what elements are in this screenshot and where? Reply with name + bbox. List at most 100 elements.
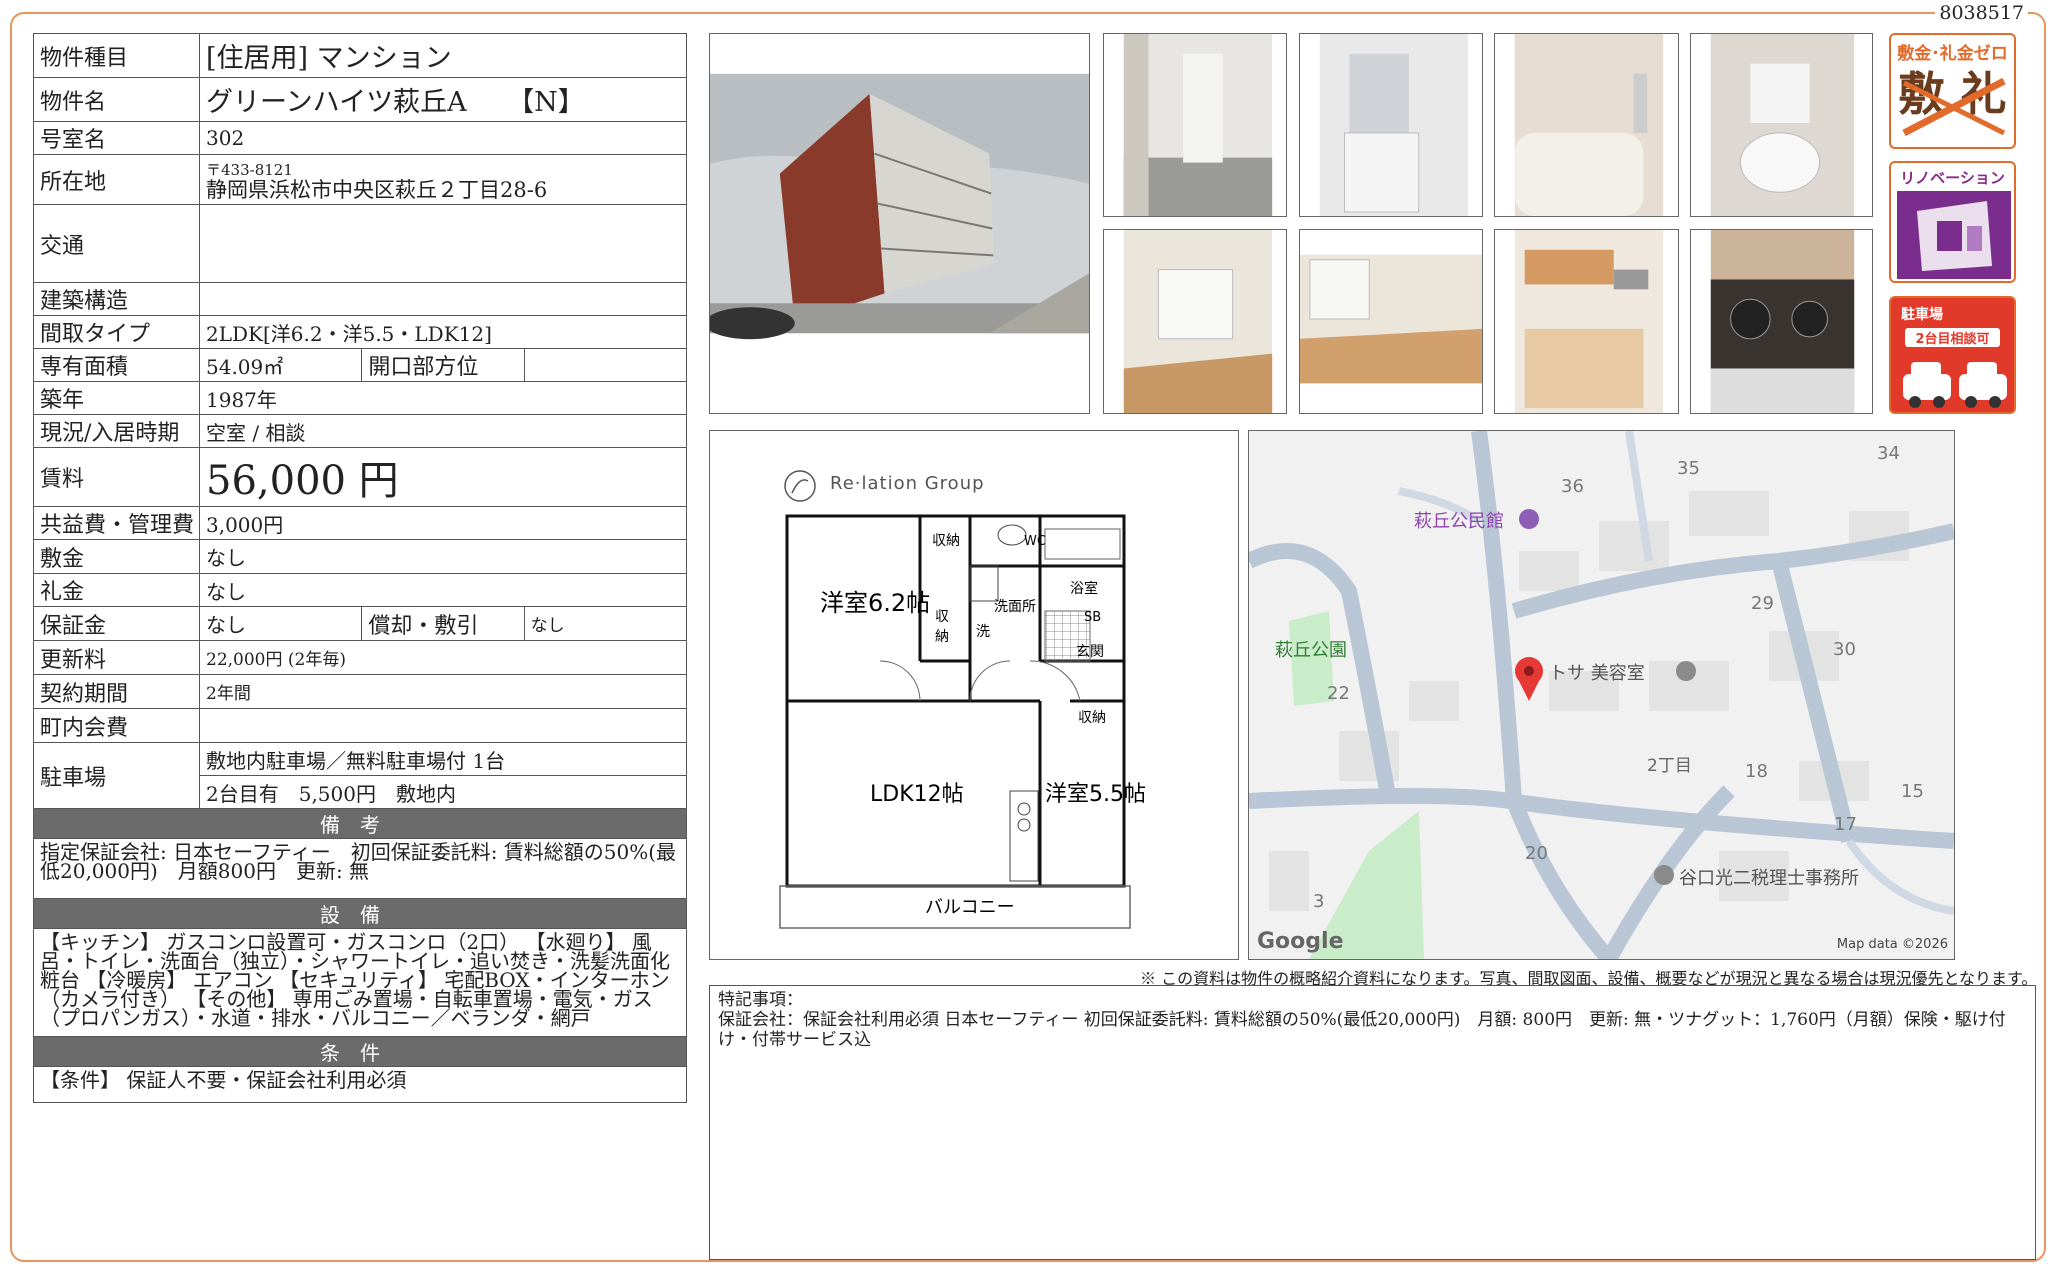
map-label-tax-office: 谷口光二税理士事務所 xyxy=(1679,868,1859,889)
status-label: 現況/入居時期 xyxy=(33,414,200,448)
photo-toilet xyxy=(1690,33,1873,217)
amort-value: なし xyxy=(523,606,688,641)
room-label: 号室名 xyxy=(33,121,200,155)
washroom-label: 洗面所 xyxy=(994,599,1036,615)
renewal-value: 22,000円 (2年毎) xyxy=(199,640,687,675)
access-value xyxy=(199,204,687,283)
renovation-badge: リノベーション xyxy=(1889,161,2016,283)
zero-deposit-title: 敷金･礼金ゼロ xyxy=(1897,44,2008,64)
storage-label-2: 収納 xyxy=(1078,710,1106,726)
community-value xyxy=(199,708,687,743)
salon-marker-icon xyxy=(1676,661,1696,681)
car-icon xyxy=(1903,362,2007,408)
entrance-label: 玄関 xyxy=(1076,643,1104,660)
community-label: 町内会費 xyxy=(33,708,200,743)
company-logo-text: Re·lation Group xyxy=(830,473,985,494)
room-western-55: 洋室5.5帖 xyxy=(1045,782,1146,807)
sb-label: SB xyxy=(1084,610,1101,625)
map-number: 36 xyxy=(1561,476,1584,497)
address-label: 所在地 xyxy=(33,154,200,205)
special-notes-title: 特記事項： xyxy=(718,990,803,1010)
direction-label: 開口部方位 xyxy=(361,348,525,382)
cross-out-icon xyxy=(1902,77,2006,137)
term-label: 契約期間 xyxy=(33,674,200,709)
hall-marker-icon xyxy=(1519,509,1539,529)
closet-label-2: 納 xyxy=(935,629,949,645)
photo-kitchen xyxy=(1494,229,1679,414)
photo-washbasin xyxy=(1299,33,1483,217)
document-id: 8038517 xyxy=(1935,2,2028,24)
parking-badge-sub: 2台目相談可 xyxy=(1905,328,2000,347)
location-map[interactable]: 萩丘公民館 萩丘公園 トサ 美容室 谷口光二税理士事務所 2丁目 36 35 3… xyxy=(1248,430,1955,960)
parking-label: 駐車場 xyxy=(33,742,200,809)
equipment-header: 設備 xyxy=(33,898,687,929)
property-spec-table: 物件種目 [住居用] マンション 物件名 グリーンハイツ萩丘A 【N】 号室名 302… xyxy=(33,33,688,1103)
fee-value: 3,000円 xyxy=(199,506,687,540)
room-value: 302 xyxy=(199,121,687,155)
area-value: 54.09㎡ xyxy=(198,348,363,382)
special-notes-text: 保証会社：保証会社利用必須 日本セーフティー 初回保証委託料: 賃料総額の50%… xyxy=(718,1010,2006,1050)
rent-value: 56,000 円 xyxy=(199,447,687,507)
deposit-value: なし xyxy=(199,539,687,574)
renovation-room-icon xyxy=(1897,191,2011,279)
amort-label: 償却・敷引 xyxy=(361,606,525,641)
conditions-header: 条件 xyxy=(33,1036,687,1067)
name-value: グリーンハイツ萩丘A 【N】 xyxy=(199,77,687,122)
map-number: 3 xyxy=(1313,891,1325,912)
bath-label: 浴室 xyxy=(1070,580,1098,597)
map-number: 30 xyxy=(1833,639,1856,660)
map-number: 15 xyxy=(1901,781,1924,802)
floor-plan-panel: 洋室6.2帖 LDK12帖 洋室5.5帖 バルコニー 収納 収納 WC 浴室 洗… xyxy=(709,430,1239,960)
equipment-text: 【キッチン】 ガスコンロ設置可・ガスコンロ（2口） 【水廻り】 風呂・トイレ・洗… xyxy=(33,928,687,1037)
map-number: 29 xyxy=(1751,593,1774,614)
remarks-header: 備考 xyxy=(33,808,687,839)
access-label: 交通 xyxy=(33,204,200,283)
closet-label-1: 収 xyxy=(935,609,949,625)
exterior-photo xyxy=(709,33,1090,414)
layout-label: 間取タイプ xyxy=(33,315,200,349)
parking-value-2: 2台目有 5,500円 敷地内 xyxy=(199,775,687,809)
keymoney-value: なし xyxy=(199,573,687,607)
photo-hallway xyxy=(1103,33,1287,217)
area-label: 専有面積 xyxy=(33,348,200,382)
parking-value-1: 敷地内駐車場／無料駐車場付 1台 xyxy=(199,742,687,776)
tax-office-marker-icon xyxy=(1654,865,1674,885)
room-ldk12: LDK12帖 xyxy=(870,782,964,807)
photo-room-2 xyxy=(1299,229,1483,414)
map-number: 17 xyxy=(1834,814,1857,835)
map-attribution: Map data ©2026 xyxy=(1836,937,1948,952)
parking-badge-title: 駐車場 xyxy=(1901,307,1943,323)
guarantee-label: 保証金 xyxy=(33,606,200,641)
floor-plan-drawing: 洋室6.2帖 LDK12帖 洋室5.5帖 バルコニー 収納 収納 WC 浴室 洗… xyxy=(779,470,1146,929)
photo-room-1 xyxy=(1103,229,1287,414)
name-label: 物件名 xyxy=(33,77,200,122)
built-label: 築年 xyxy=(33,381,200,415)
remarks-text: 指定保証会社: 日本セーフティー 初回保証委託料: 賃料総額の50%(最低20,… xyxy=(33,838,687,899)
map-number: 22 xyxy=(1327,683,1350,704)
map-number: 34 xyxy=(1877,443,1900,464)
map-label-park: 萩丘公園 xyxy=(1275,640,1347,661)
type-label: 物件種目 xyxy=(33,33,200,78)
photo-gas-stove xyxy=(1690,229,1873,414)
address-value: 静岡県浜松市中央区萩丘２丁目28-6 xyxy=(206,177,548,202)
google-logo: Google xyxy=(1257,929,1344,954)
conditions-text: 【条件】 保証人不要・保証会社利用必須 xyxy=(33,1066,687,1103)
built-value: 1987年 xyxy=(199,381,687,415)
deposit-label: 敷金 xyxy=(33,539,200,574)
zero-deposit-badge: 敷金･礼金ゼロ 敷 礼 xyxy=(1889,33,2016,149)
wc-label: WC xyxy=(1024,534,1046,549)
rent-label: 賃料 xyxy=(33,447,200,507)
washer-label: 洗 xyxy=(976,624,990,640)
map-number: 20 xyxy=(1525,843,1548,864)
term-value: 2年間 xyxy=(199,674,687,709)
balcony-label: バルコニー xyxy=(925,897,1015,918)
keymoney-label: 礼金 xyxy=(33,573,200,607)
structure-label: 建築構造 xyxy=(33,282,200,316)
map-number: 18 xyxy=(1745,761,1768,782)
structure-value xyxy=(199,282,687,316)
type-value: [住居用] マンション xyxy=(199,33,687,78)
map-label-hall: 萩丘公民館 xyxy=(1414,511,1504,532)
map-number: 35 xyxy=(1677,458,1700,479)
guarantee-value: なし xyxy=(198,606,363,641)
layout-value: 2LDK[洋6.2・洋5.5・LDK12] xyxy=(199,315,687,349)
